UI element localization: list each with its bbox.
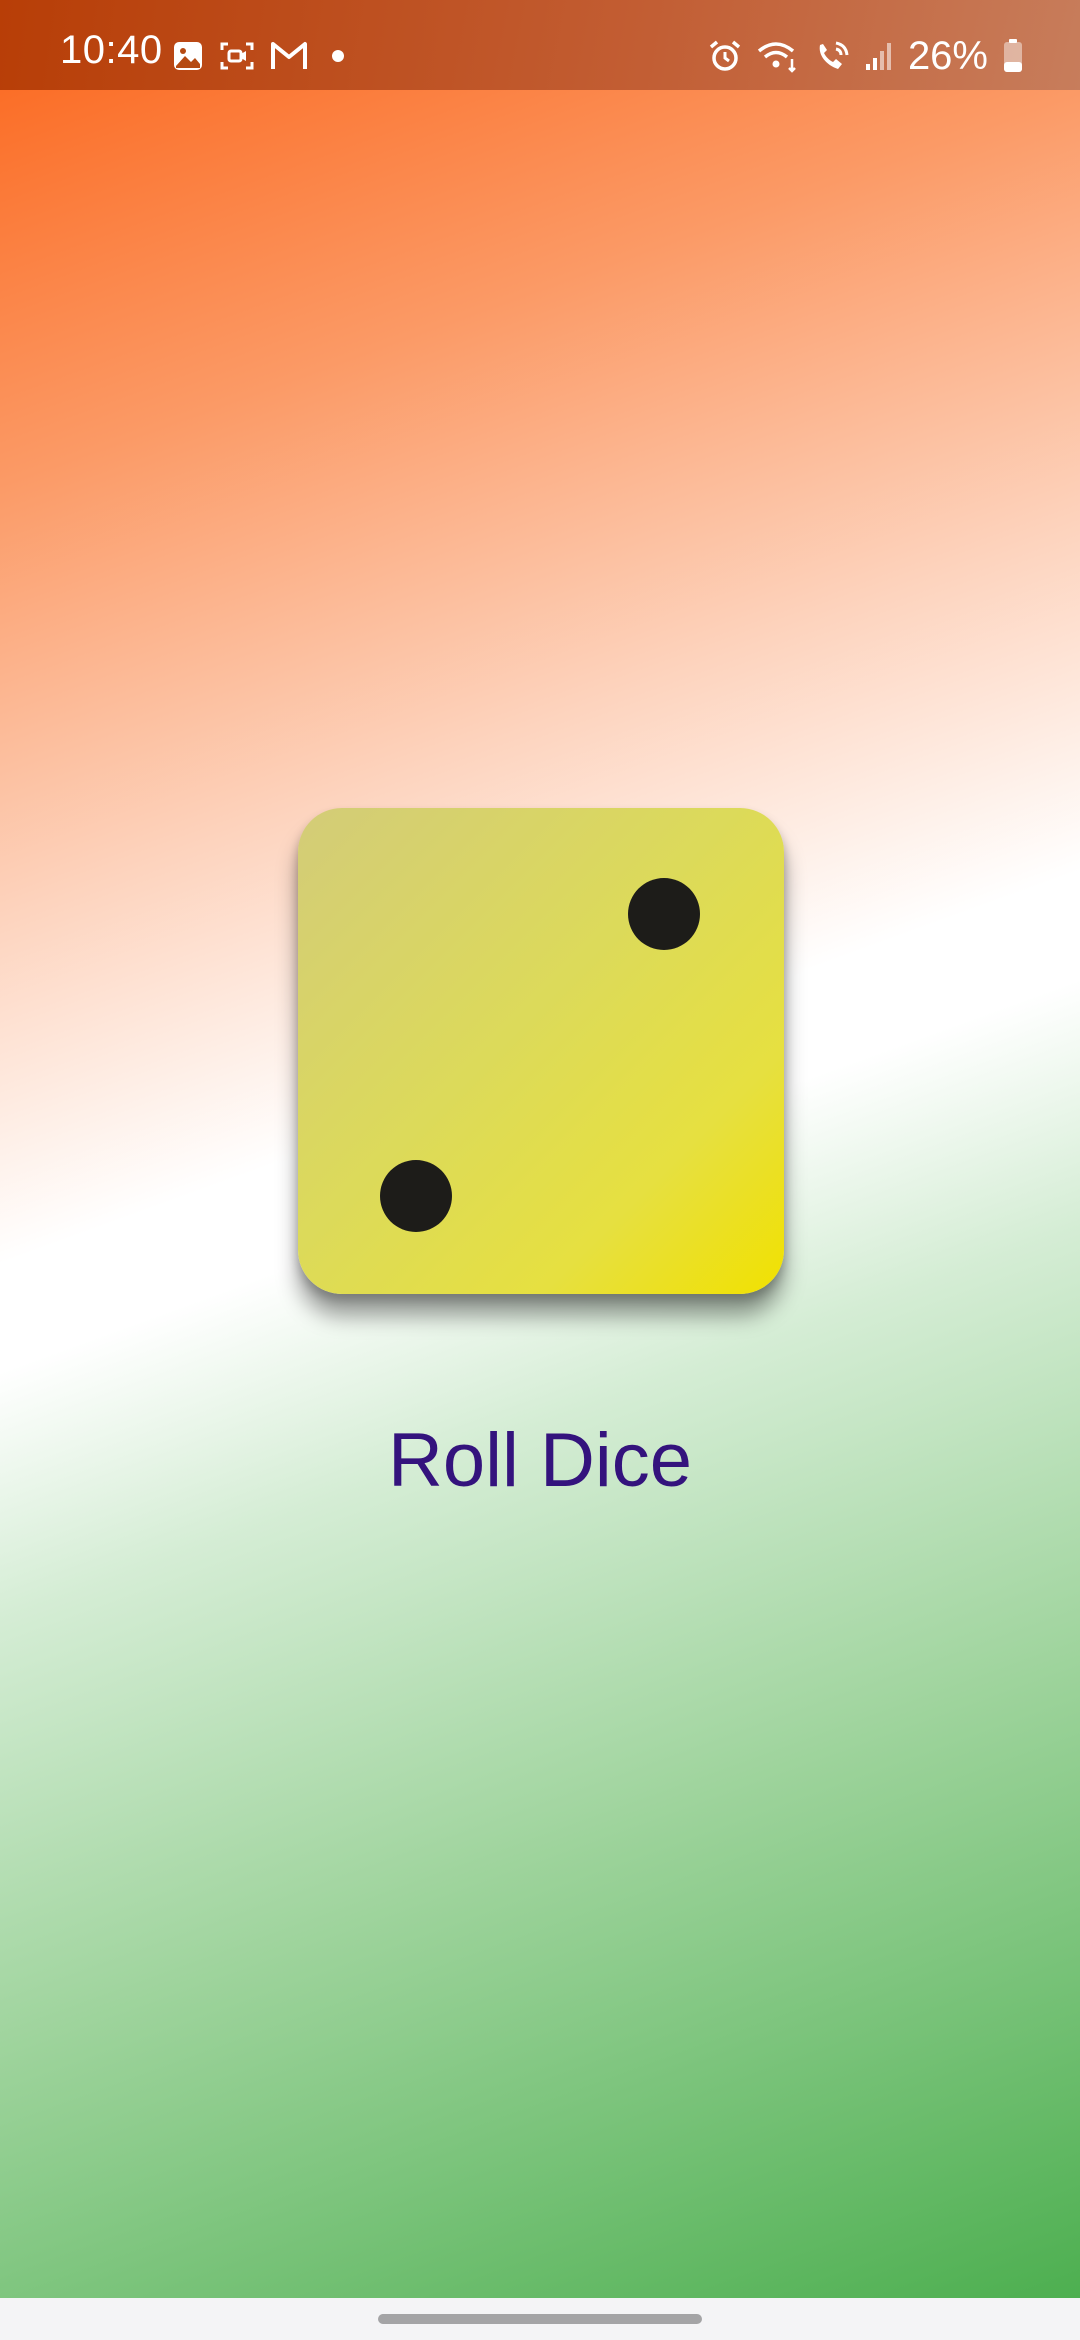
navigation-bar	[0, 2298, 1080, 2340]
battery-icon	[1002, 38, 1024, 74]
wifi-calling-icon	[814, 39, 850, 73]
roll-dice-button[interactable]: Roll Dice	[340, 1400, 740, 1520]
battery-percent: 26%	[907, 34, 988, 78]
dice-image[interactable]	[298, 808, 784, 1294]
wifi-icon	[756, 39, 800, 73]
dice-pip	[628, 878, 700, 950]
status-bar: 10:40 26%	[0, 0, 1080, 90]
dice-pip	[380, 1160, 452, 1232]
notification-dot-icon	[324, 49, 352, 63]
home-gesture-handle[interactable]	[378, 2314, 702, 2324]
gallery-icon	[172, 40, 204, 72]
app-screen: 10:40 26% Roll Dice	[0, 0, 1080, 2298]
status-time: 10:40	[60, 28, 163, 72]
alarm-icon	[708, 39, 742, 73]
status-right-icons: 26%	[708, 36, 1024, 76]
roll-dice-label: Roll Dice	[387, 1417, 693, 1503]
screen-record-icon	[220, 41, 254, 71]
signal-icon	[864, 40, 894, 72]
gmail-icon	[270, 41, 308, 71]
status-left-icons	[172, 40, 352, 72]
